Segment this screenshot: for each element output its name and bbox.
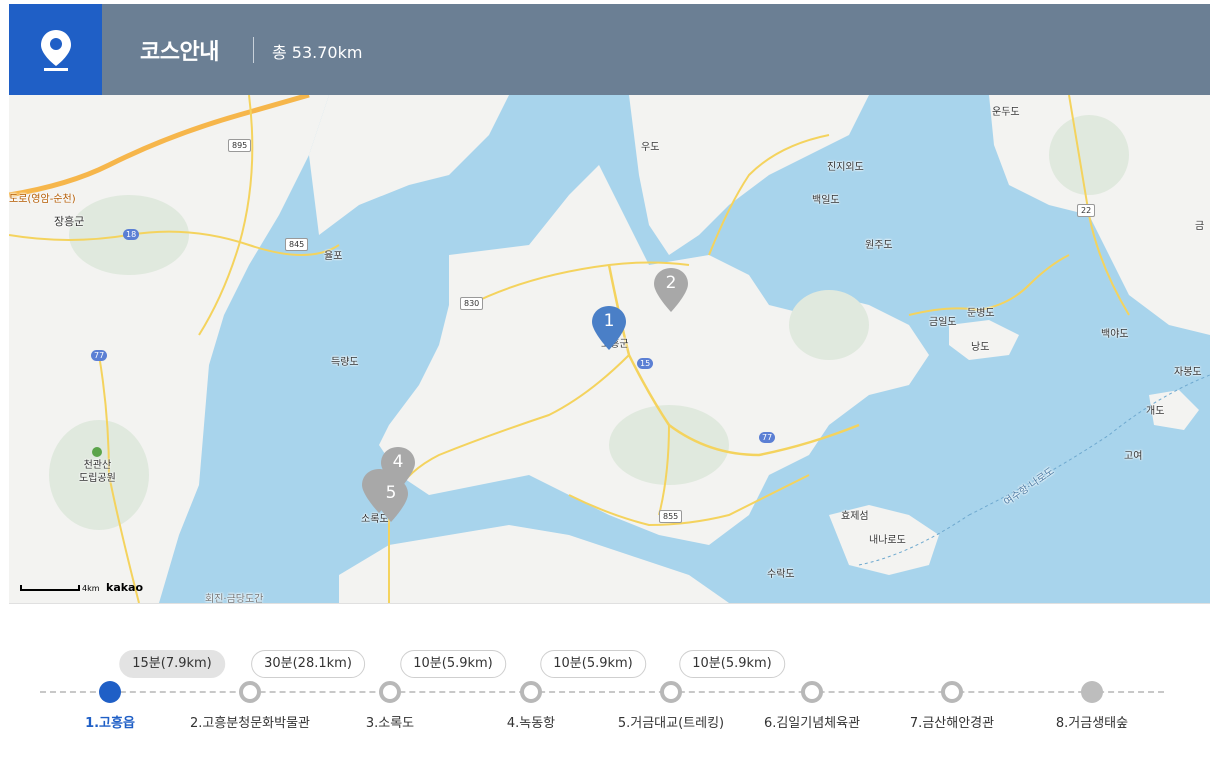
map-label-jabongdo: 자봉도 [1174, 367, 1202, 378]
map-label-bridge: 회진·금당도간 [205, 594, 264, 604]
stop-label-7[interactable]: 7.금산해안경관 [910, 712, 994, 731]
map-label-nangdo: 낭도 [971, 342, 990, 353]
cheonkwansan-label: 천관산 도립공원 [79, 460, 116, 484]
route-badge-18: 18 [123, 229, 140, 240]
map-label-woodo: 우도 [641, 142, 660, 153]
route-badge-895: 895 [228, 139, 252, 152]
duration-pill-4: 10분(5.9km) [540, 650, 646, 678]
land-west [9, 95, 329, 603]
land-north [309, 95, 509, 235]
map-label-geumildo: 금일도 [929, 317, 957, 328]
map-label-yulpo: 율포 [324, 251, 343, 262]
route-badge-830: 830 [460, 297, 484, 310]
duration-pill-5: 10분(5.9km) [679, 650, 785, 678]
map-label-cheonkwansan: 천관산 도립공원 [79, 447, 116, 485]
route-badge-22: 22 [1077, 204, 1096, 217]
map-label-geum: 금 [1195, 221, 1205, 232]
stop-label-3[interactable]: 3.소록도 [366, 712, 414, 731]
map-label-gaedo: 개도 [1146, 406, 1165, 417]
stop-dot-3[interactable] [379, 681, 401, 703]
map-label-wonjudo: 원주도 [865, 240, 893, 251]
stop-dot-1[interactable] [99, 681, 121, 703]
map-label-baegyado: 백야도 [1101, 329, 1129, 340]
map-marker-1[interactable]: 1 [591, 305, 627, 351]
marker-number: 1 [603, 311, 615, 331]
timeline-line [40, 691, 1164, 693]
map-label-undudo: 운두도 [992, 107, 1020, 118]
location-pin-icon [40, 29, 71, 71]
stop-label-8[interactable]: 8.거금생태숲 [1056, 712, 1128, 731]
duration-pill-3: 10분(5.9km) [400, 650, 506, 678]
route-badge-15: 15 [637, 358, 654, 369]
page-title: 코스안내 [140, 40, 219, 65]
stop-dot-6[interactable] [801, 681, 823, 703]
course-timeline: 15분(7.9km) 30분(28.1km) 10분(5.9km) 10분(5.… [9, 604, 1210, 776]
map-marker-2[interactable]: 2 [653, 267, 689, 313]
route-badge-77a: 77 [91, 350, 108, 361]
stop-dot-5[interactable] [660, 681, 682, 703]
stop-dot-4[interactable] [520, 681, 542, 703]
map-label-jinjido: 진지외도 [827, 162, 864, 173]
stop-label-5[interactable]: 5.거금대교(트레킹) [618, 712, 724, 731]
header-divider [253, 37, 254, 63]
stop-dot-7[interactable] [941, 681, 963, 703]
route-badge-77b: 77 [759, 432, 776, 443]
map-label-hwajeong: 효제섬 [841, 511, 869, 522]
map-marker-5[interactable]: 5 [373, 477, 409, 523]
duration-pill-2: 30분(28.1km) [251, 650, 365, 678]
stop-label-1[interactable]: 1.고흥읍 [85, 712, 135, 731]
park-icon [92, 447, 103, 457]
stop-label-2[interactable]: 2.고흥분청문화박물관 [190, 712, 310, 731]
scale-text: 4km [82, 584, 100, 593]
marker-number: 4 [392, 452, 404, 472]
course-header: 코스안내 총 53.70km [9, 4, 1210, 95]
map-label-baegildo: 백일도 [812, 195, 840, 206]
route-badge-845: 845 [285, 238, 309, 251]
location-icon-box [9, 4, 102, 95]
stop-label-4[interactable]: 4.녹동항 [507, 712, 555, 731]
map-label-nanarodo: 내나로도 [869, 535, 906, 546]
course-map[interactable]: 도로(영암-순천) 장흥군 율포 득량도 우도 진지외도 백일도 원주도 운두도… [9, 95, 1210, 604]
stop-dot-8[interactable] [1081, 681, 1103, 703]
total-distance: 총 53.70km [272, 43, 363, 62]
marker-number: 2 [665, 273, 677, 293]
route-badge-855: 855 [659, 510, 683, 523]
map-label-dunbyeongdo: 둔병도 [967, 308, 995, 319]
stop-dot-2[interactable] [239, 681, 261, 703]
map-brand: kakao [106, 581, 144, 594]
map-label-surakdo: 수락도 [767, 569, 795, 580]
stop-label-6[interactable]: 6.김일기념체육관 [764, 712, 860, 731]
scale-bar [20, 585, 80, 591]
map-label-deungryangdo: 득량도 [331, 357, 359, 368]
marker-number: 5 [385, 483, 397, 503]
map-label-jangheung: 장흥군 [54, 215, 85, 228]
map-label-goyeo: 고여 [1124, 451, 1143, 462]
map-label-highway: 도로(영암-순천) [9, 194, 76, 205]
duration-pill-1: 15분(7.9km) [119, 650, 225, 678]
